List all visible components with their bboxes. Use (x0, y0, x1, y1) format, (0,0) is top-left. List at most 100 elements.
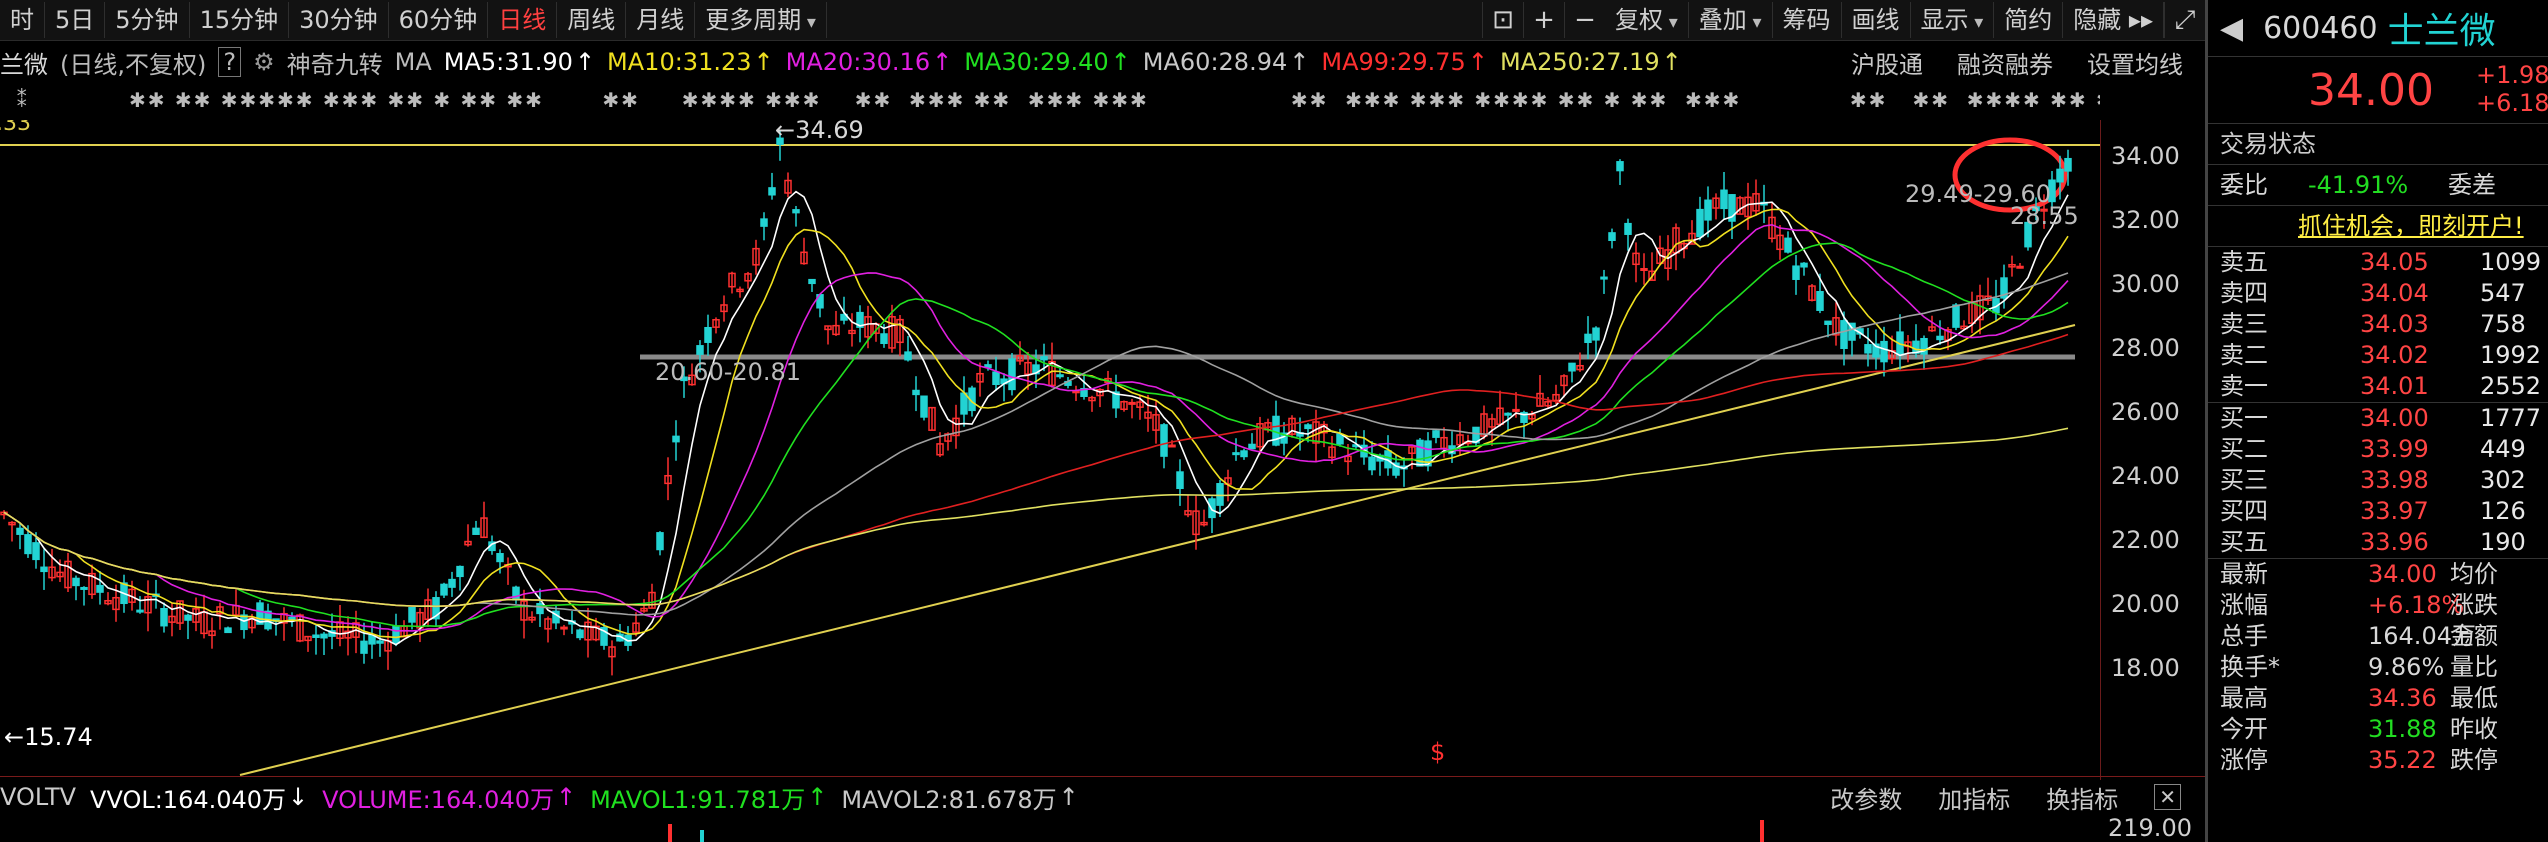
ma250-value: MA250:27.19 (1499, 48, 1660, 76)
hsgt-link[interactable]: 沪股通 (1851, 45, 1923, 80)
ma20-value: MA20:30.16 (785, 48, 931, 76)
stock-code: 600460 (2263, 10, 2378, 46)
bid-row[interactable]: 买五 33.96 190 (2208, 527, 2548, 558)
stat-label: 涨停 (2220, 746, 2268, 774)
candle-body (792, 209, 800, 214)
stat-right-label: 昨收 (2450, 715, 2498, 743)
candle-body (1880, 340, 1888, 363)
gear-icon[interactable]: ⚙ (253, 48, 275, 76)
period-5day[interactable]: 5日 (45, 2, 106, 38)
period-weekly[interactable]: 周线 (557, 2, 627, 38)
bid-price: 33.97 (2360, 497, 2429, 525)
adjust-dropdown[interactable]: 复权 (1605, 2, 1689, 38)
promo-link[interactable]: 抓住机会，即刻开户! (2208, 205, 2548, 246)
candle-body (1696, 208, 1704, 238)
candle-body (1624, 222, 1632, 235)
period-monthly[interactable]: 月线 (626, 2, 696, 38)
candle-body (768, 187, 776, 196)
candle-body (808, 278, 816, 285)
candle-body (704, 326, 712, 343)
change-params-link[interactable]: 改参数 (1830, 780, 1902, 815)
stat-value: 34.36 (2368, 684, 2437, 712)
period-60min[interactable]: 60分钟 (389, 2, 489, 38)
candle-body (40, 566, 48, 573)
ask-row[interactable]: 卖四 34.04 547 (2208, 278, 2548, 309)
back-arrow-icon[interactable]: ◀ (2220, 11, 2243, 46)
candle-body (240, 614, 248, 631)
help-icon[interactable]: ? (218, 47, 242, 77)
simple-button[interactable]: 简约 (1994, 2, 2064, 38)
ask-row[interactable]: 卖五 34.05 1099 (2208, 247, 2548, 278)
bid-book: 买一 34.00 1777 买二 33.99 449 买三 33.98 302 买四 33.97 12… (2208, 402, 2548, 558)
ma5-line (3, 190, 2069, 646)
period-min[interactable]: 时 (0, 2, 45, 38)
candle-body (2016, 265, 2024, 269)
chart-mode[interactable]: (日线,不复权) (60, 45, 206, 80)
period-toolbar: 时 5日 5分钟 15分钟 30分钟 60分钟 日线 周线 月线 更多周期 ⊡ … (0, 0, 2205, 41)
volume-indicator-name[interactable]: VOLTV (0, 783, 76, 811)
candle-body (1512, 408, 1520, 412)
ma60-value: MA60:28.94 (1142, 48, 1288, 76)
period-5min[interactable]: 5分钟 (105, 2, 190, 38)
period-more-dropdown[interactable]: 更多周期 (695, 2, 827, 38)
stat-row: 换手* 9.86% 量比 (2208, 652, 2548, 683)
candlestick-chart[interactable]: .33 ←34.69 20.60-20.81 29.49-29.60 28.55… (0, 120, 2100, 780)
hide-button[interactable]: 隐藏 ▸▸ (2063, 2, 2164, 38)
chips-button[interactable]: 筹码 (1773, 2, 1842, 38)
ask-price: 34.05 (2360, 248, 2429, 276)
period-15min[interactable]: 15分钟 (190, 2, 290, 38)
candle-body (408, 606, 416, 623)
add-indicator-link[interactable]: 加指标 (1938, 780, 2010, 815)
bid-price: 33.99 (2360, 435, 2429, 463)
ask-row[interactable]: 卖一 34.01 2552 (2208, 371, 2548, 402)
indicator-name[interactable]: 神奇九转 (287, 45, 383, 80)
volume-ytick: 219.00 (2108, 814, 2192, 842)
candle-body (576, 629, 584, 639)
ask-label: 卖三 (2220, 310, 2268, 338)
set-ma-link[interactable]: 设置均线 (2087, 45, 2183, 80)
ma-links: 沪股通 融资融券 设置均线 (1829, 42, 2195, 82)
zoom-in-icon[interactable]: + (1522, 2, 1564, 38)
volume-bar (668, 824, 672, 842)
draw-line-button[interactable]: 画线 (1842, 2, 1911, 38)
bid-volume: 449 (2480, 435, 2526, 463)
quote-panel: ◀ 600460 士兰微 34.00 +1.98 +6.18 交易状态 委比 -… (2205, 0, 2548, 842)
ask-volume: 2552 (2480, 372, 2542, 400)
zoom-out-icon[interactable]: − (1563, 2, 1605, 38)
ytick: 22.00 (2111, 526, 2180, 554)
bid-label: 买五 (2220, 528, 2268, 556)
period-daily[interactable]: 日线 (488, 2, 558, 38)
bid-row[interactable]: 买三 33.98 302 (2208, 465, 2548, 496)
fullscreen-icon[interactable]: ⤢ (2164, 2, 2205, 38)
ask-row[interactable]: 卖二 34.02 1992 (2208, 340, 2548, 371)
price-change: +1.98 (2476, 61, 2548, 89)
candle-body (1208, 498, 1216, 519)
stat-right-label: 涨跌 (2450, 591, 2498, 619)
mavol2-value: MAVOL2:81.678万 (841, 785, 1057, 814)
candle-body (992, 371, 1000, 386)
close-icon[interactable]: ✕ (2154, 784, 2181, 810)
bid-volume: 1777 (2480, 404, 2542, 432)
ask-row[interactable]: 卖三 34.03 758 (2208, 309, 2548, 340)
overlay-dropdown[interactable]: 叠加 (1689, 2, 1773, 38)
bid-row[interactable]: 买二 33.99 449 (2208, 434, 2548, 465)
stat-label: 今开 (2220, 715, 2268, 743)
candle-body (1336, 433, 1344, 445)
stat-value: 9.86% (2368, 653, 2445, 681)
period-30min[interactable]: 30分钟 (289, 2, 389, 38)
bid-row[interactable]: 买一 34.00 1777 (2208, 403, 2548, 434)
bid-row[interactable]: 买四 33.97 126 (2208, 496, 2548, 527)
switch-indicator-link[interactable]: 换指标 (2046, 780, 2118, 815)
candle-body (1304, 424, 1312, 430)
ask-price: 34.02 (2360, 341, 2429, 369)
stat-value: 31.88 (2368, 715, 2437, 743)
margin-link[interactable]: 融资融券 (1957, 45, 2053, 80)
display-dropdown[interactable]: 显示 (1911, 2, 1995, 38)
bid-price: 33.98 (2360, 466, 2429, 494)
candle-body (456, 565, 464, 578)
candle-body (2064, 157, 2072, 172)
lock-icon[interactable]: ⊡ (1481, 2, 1523, 38)
volume-bar (700, 830, 704, 842)
candle-body (672, 435, 680, 443)
candle-body (320, 633, 328, 639)
